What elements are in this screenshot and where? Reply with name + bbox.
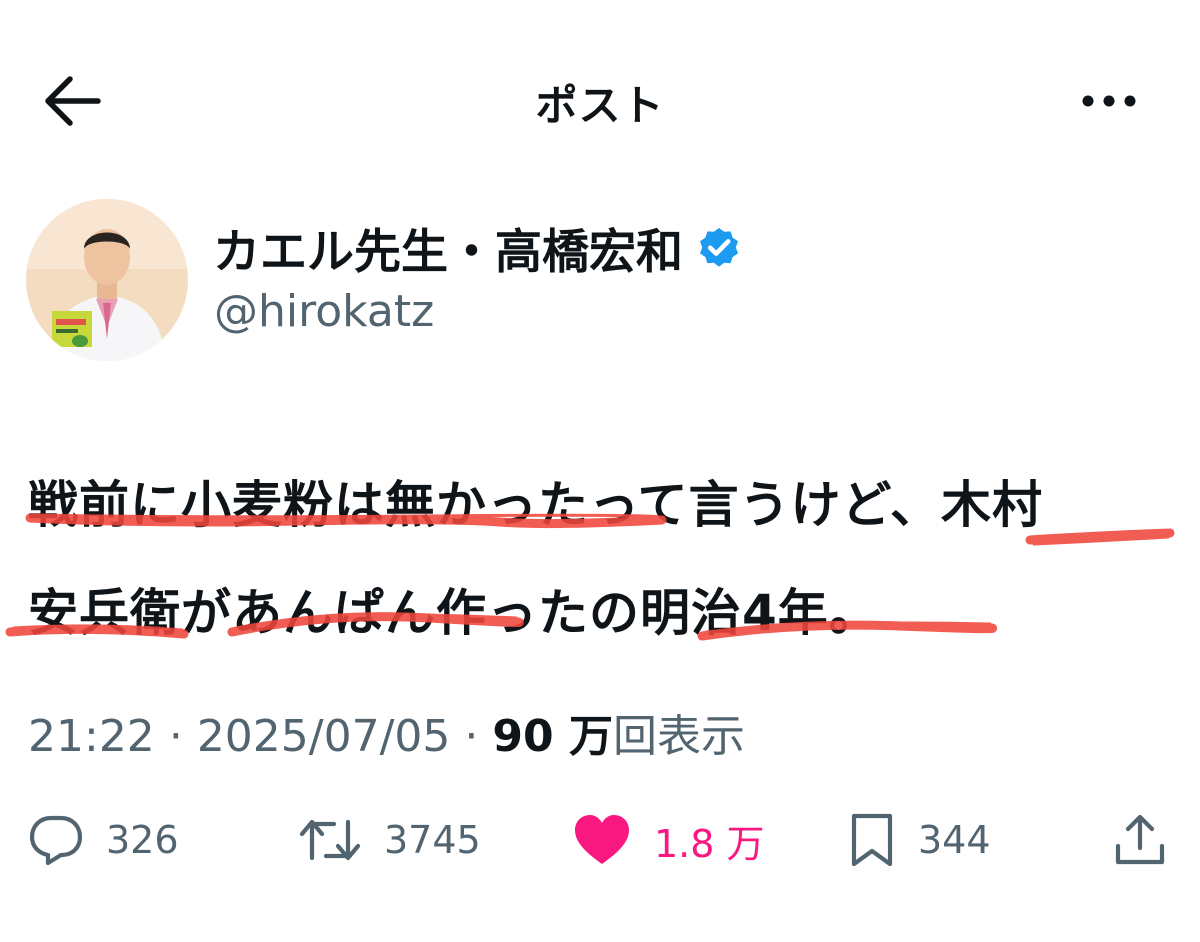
repost-icon [299, 819, 361, 861]
user-handle[interactable]: @hirokatz [214, 286, 434, 337]
meta-separator: · [168, 711, 183, 762]
post-time[interactable]: 21:22 [28, 711, 155, 762]
bookmark-count: 344 [918, 818, 991, 862]
post-date[interactable]: 2025/07/05 [197, 711, 451, 762]
repost-button[interactable]: 3745 [298, 810, 481, 870]
page-title: ポスト [535, 81, 665, 130]
avatar-image [26, 199, 188, 361]
reply-button[interactable]: 326 [28, 810, 179, 870]
display-name-row[interactable]: カエル先生・高橋宏和 [213, 213, 743, 282]
reply-icon [29, 815, 83, 866]
views-label: 回表示 [612, 711, 745, 762]
heart-icon [575, 815, 629, 864]
bookmark-icon [851, 813, 893, 867]
like-button[interactable]: 1.8 万 [572, 810, 765, 870]
bookmark-button[interactable]: 344 [848, 810, 991, 870]
more-horizontal-icon [1082, 95, 1136, 107]
more-options-button[interactable] [1078, 80, 1140, 122]
tweet-text: 戦前に小麦粉は無かったって言うけど、木村 安兵衛があんぱん作ったの明治4年。 [28, 451, 1188, 667]
share-button[interactable] [1112, 810, 1168, 870]
post-detail-page: ポスト カエル先生・高橋宏和 @hirokatz 戦前に小麦粉は無かったって言う… [0, 0, 1200, 942]
post-meta: 21:22 · 2025/07/05 · 90 万回表示 [28, 700, 745, 764]
views-count: 90 万 [492, 711, 613, 762]
repost-count: 3745 [384, 818, 481, 862]
like-count: 1.8 万 [654, 821, 765, 866]
avatar[interactable] [26, 199, 188, 361]
tweet-line-1: 戦前に小麦粉は無かったって言うけど、木村 [28, 476, 1043, 534]
reply-count: 326 [106, 818, 179, 862]
display-name[interactable]: カエル先生・高橋宏和 [213, 213, 683, 282]
tweet-line-2: 安兵衛があんぱん作ったの明治4年。 [28, 584, 880, 642]
meta-separator: · [464, 711, 479, 762]
share-icon [1115, 814, 1165, 865]
verified-badge-icon [700, 228, 738, 267]
